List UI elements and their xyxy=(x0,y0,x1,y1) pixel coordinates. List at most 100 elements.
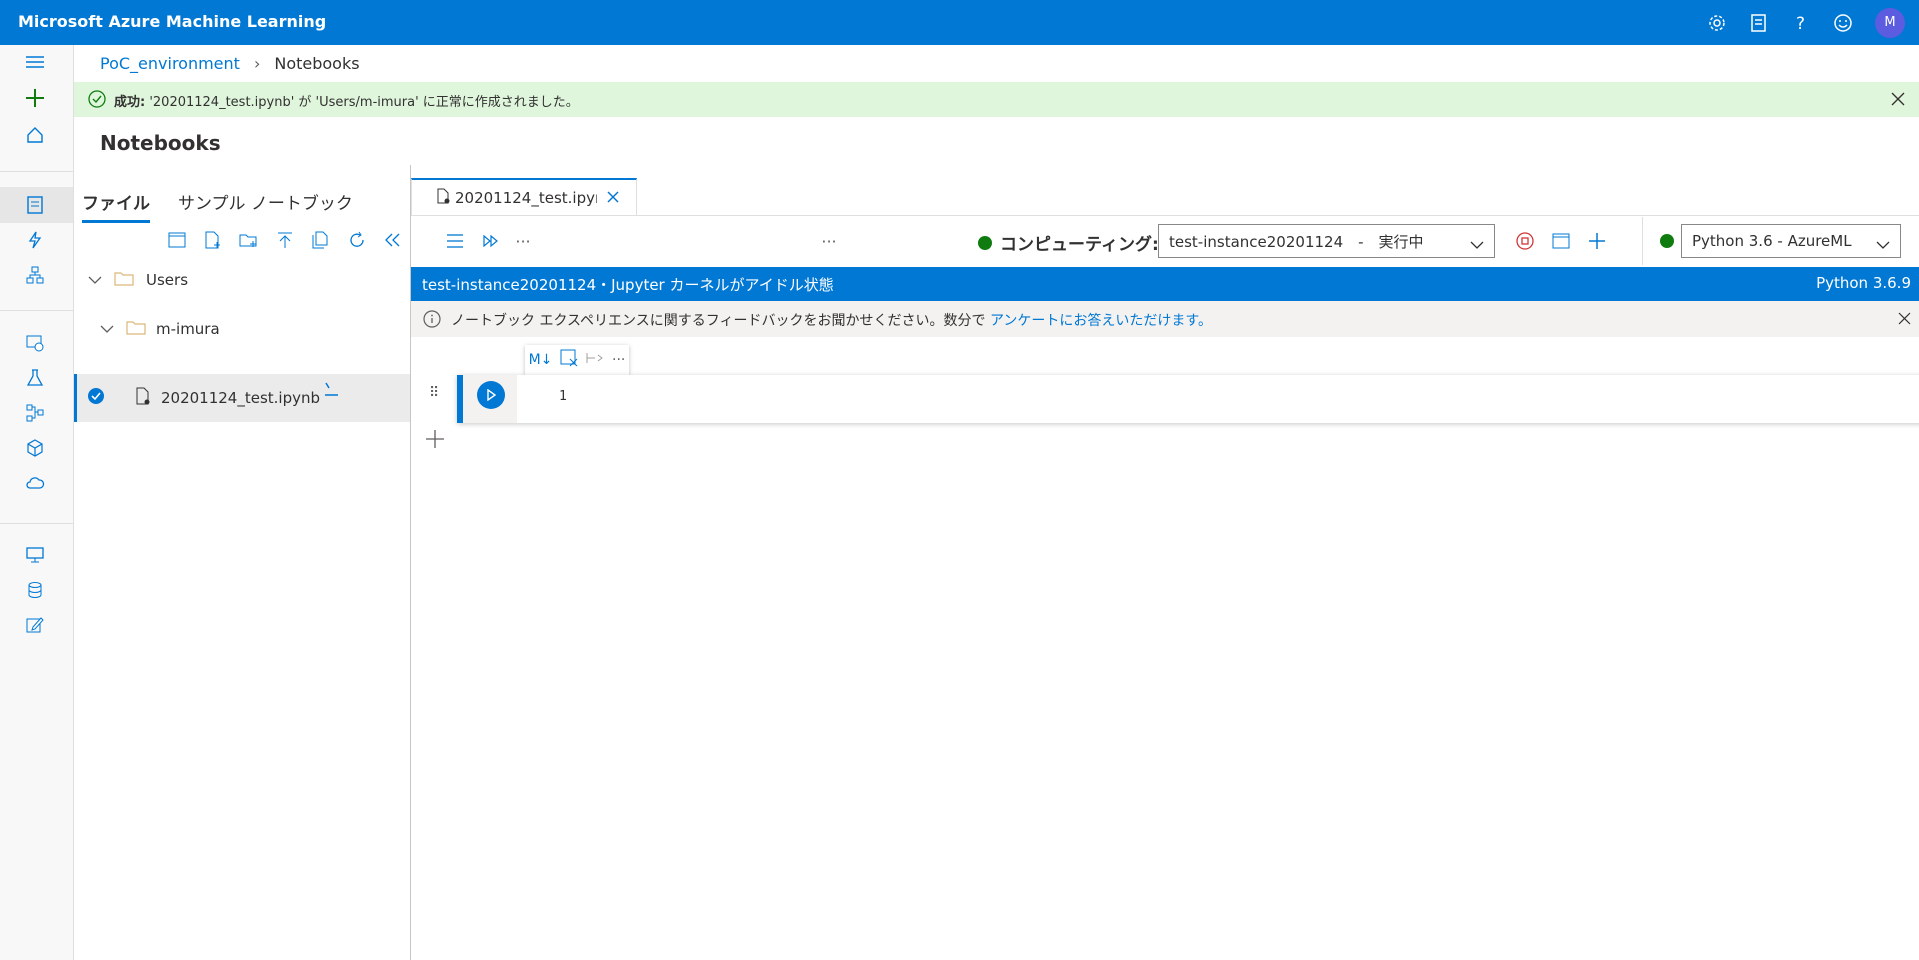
toolbar-more-icon[interactable]: ··· xyxy=(511,229,535,253)
loading-spinner-icon xyxy=(324,381,340,401)
run-cell-button[interactable] xyxy=(477,381,505,409)
endpoints-cloud-icon[interactable] xyxy=(22,470,48,496)
new-file-icon[interactable] xyxy=(202,229,224,251)
settings-gear-icon[interactable] xyxy=(1707,13,1727,33)
toolbar-center-more-icon[interactable]: ··· xyxy=(817,229,841,253)
new-folder-icon[interactable] xyxy=(238,229,260,251)
refresh-icon[interactable] xyxy=(346,229,368,251)
app-title[interactable]: Microsoft Azure Machine Learning xyxy=(18,12,326,31)
tab-sample-notebooks[interactable]: サンプル ノートブック xyxy=(178,189,353,223)
help-question-icon[interactable]: ? xyxy=(1791,13,1811,33)
breadcrumb: PoC_environment › Notebooks xyxy=(100,54,360,73)
cell-drag-handle-icon[interactable]: ⠿ xyxy=(429,385,439,401)
nav-divider xyxy=(0,171,73,172)
experiments-flask-icon[interactable] xyxy=(22,365,48,391)
add-cell-plus-icon[interactable] xyxy=(425,429,445,453)
left-navigation xyxy=(0,45,74,960)
stop-compute-icon[interactable] xyxy=(1513,229,1537,253)
open-terminal-icon[interactable] xyxy=(166,229,188,251)
tab-divider xyxy=(411,215,1919,216)
designer-icon[interactable] xyxy=(22,262,48,288)
cell-line-number: 1 xyxy=(559,389,567,404)
convert-markdown-button[interactable]: M↓ xyxy=(529,352,553,368)
survey-link[interactable]: アンケートにお答えいただけます。 xyxy=(990,313,1212,329)
notebook-file-icon xyxy=(436,188,450,208)
folder-icon xyxy=(126,319,146,339)
split-cell-icon[interactable] xyxy=(585,351,605,369)
open-tab-label: 20201124_test.ipynb xyxy=(455,188,597,207)
kernel-version: Python 3.6.9 xyxy=(1816,274,1911,292)
open-terminal-icon[interactable] xyxy=(1549,229,1573,253)
pipelines-icon[interactable] xyxy=(22,400,48,426)
success-message: 成功: '20201124_test.ipynb' が 'Users/m-imu… xyxy=(114,95,579,110)
notebook-toolbar: ··· ··· コンピューティング: test-instance20201124… xyxy=(411,217,1919,265)
file-explorer-panel: ファイル サンプル ノートブック Users m-imura 20201124_… xyxy=(74,165,411,960)
add-compute-plus-icon[interactable] xyxy=(1585,229,1609,253)
kernel-status-text: test-instance20201124・Jupyter カーネルがアイドル状… xyxy=(422,276,834,294)
cell-toolbar: M↓ ··· xyxy=(525,345,629,375)
breadcrumb-workspace-link[interactable]: PoC_environment xyxy=(100,54,240,73)
tab-open-notebook[interactable]: 20201124_test.ipynb xyxy=(411,178,637,215)
file-toolbar xyxy=(166,229,404,251)
chevron-down-icon[interactable] xyxy=(88,271,102,289)
file-panel-tabs: ファイル サンプル ノートブック xyxy=(82,189,353,223)
svg-text:?: ? xyxy=(1796,14,1805,33)
feedback-text: ノートブック エクスペリエンスに関するフィードバックをお聞かせください。数分で … xyxy=(451,313,1212,329)
models-cube-icon[interactable] xyxy=(22,435,48,461)
user-avatar[interactable]: M xyxy=(1875,7,1905,38)
compute-select[interactable]: test-instance20201124 - 実行中 xyxy=(1158,224,1495,258)
tree-label-users: Users xyxy=(146,271,189,289)
kernel-select-value: Python 3.6 - AzureML xyxy=(1692,232,1852,250)
clone-files-icon[interactable] xyxy=(310,229,332,251)
kernel-status-bar: test-instance20201124・Jupyter カーネルがアイドル状… xyxy=(411,267,1919,301)
nav-divider xyxy=(0,523,73,524)
tree-label-notebook-file: 20201124_test.ipynb xyxy=(161,389,321,407)
kernel-status-dot xyxy=(1660,234,1674,248)
smiley-feedback-icon[interactable] xyxy=(1833,13,1853,33)
compute-select-value: test-instance20201124 - 実行中 xyxy=(1169,232,1424,251)
compute-status-dot xyxy=(978,235,992,250)
hamburger-menu-icon[interactable] xyxy=(22,49,48,75)
toolbar-divider xyxy=(1642,217,1643,265)
datastores-database-icon[interactable] xyxy=(22,577,48,603)
automated-ml-icon[interactable] xyxy=(22,227,48,253)
outline-menu-icon[interactable] xyxy=(443,229,467,253)
breadcrumb-current: Notebooks xyxy=(274,54,360,73)
run-all-icon[interactable] xyxy=(479,229,503,253)
feedback-list-icon[interactable] xyxy=(1749,13,1769,33)
info-icon xyxy=(423,310,441,332)
close-notification-icon[interactable] xyxy=(1891,92,1905,110)
page-title: Notebooks xyxy=(100,131,221,155)
success-notification: 成功: '20201124_test.ipynb' が 'Users/m-imu… xyxy=(74,82,1919,117)
data-labeling-edit-icon[interactable] xyxy=(22,612,48,638)
close-tab-icon[interactable] xyxy=(607,189,619,207)
clear-output-icon[interactable] xyxy=(560,349,578,371)
tree-file-20201124-test[interactable]: 20201124_test.ipynb xyxy=(74,374,410,422)
feedback-bar: ノートブック エクスペリエンスに関するフィードバックをお聞かせください。数分で … xyxy=(411,301,1919,337)
upload-icon[interactable] xyxy=(274,229,296,251)
create-new-plus-icon[interactable] xyxy=(22,85,48,111)
success-check-icon xyxy=(88,90,106,112)
tree-label-m-imura: m-imura xyxy=(156,320,220,338)
kernel-select[interactable]: Python 3.6 - AzureML xyxy=(1681,224,1901,258)
selected-check-icon[interactable] xyxy=(87,387,105,409)
notebooks-icon[interactable] xyxy=(22,192,48,218)
nav-divider xyxy=(0,310,73,311)
datasets-icon[interactable] xyxy=(22,330,48,356)
chevron-down-icon xyxy=(1470,236,1484,254)
code-cell[interactable]: 1 xyxy=(457,375,1919,423)
tree-folder-users[interactable]: Users xyxy=(74,256,410,304)
cell-more-icon[interactable]: ··· xyxy=(612,352,625,368)
compute-monitor-icon[interactable] xyxy=(22,542,48,568)
cell-gutter xyxy=(463,375,517,423)
breadcrumb-separator: › xyxy=(253,54,261,73)
tree-folder-m-imura[interactable]: m-imura xyxy=(74,305,410,353)
home-icon[interactable] xyxy=(22,122,48,148)
top-bar-icons: ? M xyxy=(1707,0,1905,45)
close-feedback-icon[interactable] xyxy=(1898,312,1911,329)
chevron-down-icon[interactable] xyxy=(100,320,114,338)
notebook-editor: 20201124_test.ipynb ··· ··· コンピューティング: t… xyxy=(411,165,1919,960)
compute-label: コンピューティング: xyxy=(978,230,1159,255)
collapse-panel-icon[interactable] xyxy=(382,229,404,251)
tab-files[interactable]: ファイル xyxy=(82,189,150,223)
